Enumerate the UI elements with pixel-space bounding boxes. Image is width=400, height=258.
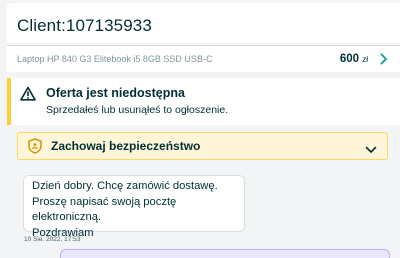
product-name: Laptop HP 840 G3 Elitebook i5 8GB SSD US… xyxy=(17,54,213,64)
safety-tips-toggle[interactable]: Zachowaj bezpieczeństwo xyxy=(17,132,388,160)
price-value: 600 xyxy=(339,53,360,65)
outgoing-message-bubble xyxy=(60,249,390,258)
safety-label: Zachowaj bezpieczeństwo xyxy=(51,139,201,153)
message-line: Proszę napisać swoją pocztę elektroniczn… xyxy=(32,195,177,224)
shield-icon xyxy=(28,138,42,154)
message-bubble: Dzień dobry. Chcę zamówić dostawę. Prosz… xyxy=(23,175,245,239)
chevron-right-icon[interactable] xyxy=(380,53,390,65)
product-price: 600 zł xyxy=(340,53,368,65)
product-row[interactable]: Laptop HP 840 G3 Elitebook i5 8GB SSD US… xyxy=(7,45,400,72)
unavailable-notice: Oferta jest niedostępna Sprzedałeś lub u… xyxy=(7,78,400,125)
notice-title: Oferta jest niedostępna xyxy=(46,86,185,100)
chevron-down-icon[interactable] xyxy=(365,141,377,153)
notice-subtitle: Sprzedałeś lub usunąłeś to ogłoszenie. xyxy=(46,104,229,116)
message-line: Dzień dobry. Chcę zamówić dostawę. xyxy=(32,180,218,192)
client-title: Client:107135933 xyxy=(17,16,152,35)
warning-icon xyxy=(20,86,36,102)
conversation-header: Client:107135933 xyxy=(7,3,400,43)
price-currency: zł xyxy=(362,55,368,64)
message-timestamp: 10 Sie. 2022, 17:53 xyxy=(24,236,81,243)
